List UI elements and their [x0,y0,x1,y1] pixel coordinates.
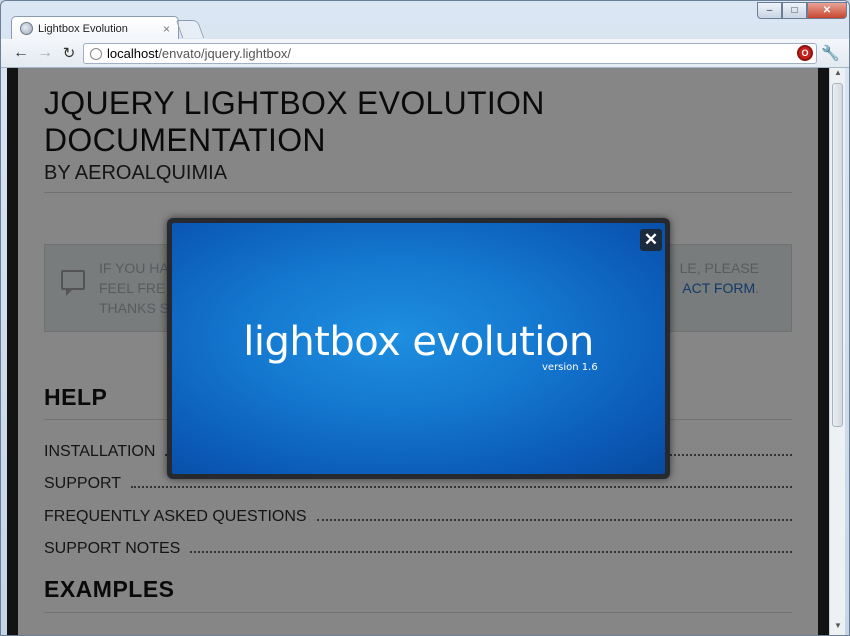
url-host: localhost [107,46,159,61]
scrollbar-thumb[interactable] [832,83,843,427]
url-path: /envato/jquery.lightbox/ [158,46,292,61]
tab-strip: Lightbox Evolution × – □ ✕ [1,1,849,40]
lightbox-version-text: version 1.6 [542,362,598,373]
reload-icon[interactable]: ↻ [59,43,79,63]
vertical-scrollbar[interactable]: ▲ ▼ [829,68,846,635]
minimize-button[interactable]: – [757,2,782,19]
scroll-up-arrow-icon[interactable]: ▲ [830,68,846,82]
page-viewport: JQUERY LIGHTBOX EVOLUTION DOCUMENTATION … [7,68,829,635]
tab-lightbox-evolution[interactable]: Lightbox Evolution × [11,16,179,40]
tab-title: Lightbox Evolution [38,22,128,35]
window-controls: – □ ✕ [757,2,847,19]
new-tab-button[interactable] [175,20,205,38]
globe-icon [20,22,33,35]
extension-opera-icon[interactable]: O [797,45,813,61]
close-icon[interactable]: ✕ [640,229,662,251]
lightbox-modal: lightbox evolution version 1.6 ✕ [167,218,670,479]
wrench-menu-icon[interactable]: 🔧 [821,44,840,62]
url-text: localhost/envato/jquery.lightbox/ [107,46,798,61]
lightbox-logo-text: lightbox evolution [243,319,594,365]
scroll-down-arrow-icon[interactable]: ▼ [830,621,846,635]
page-info-icon [90,47,102,60]
maximize-button[interactable]: □ [782,2,807,19]
browser-toolbar: ← → ↻ localhost/envato/jquery.lightbox/ … [1,39,849,68]
forward-arrow-icon[interactable]: → [35,43,55,63]
tab-close-icon[interactable]: × [163,22,170,36]
lightbox-image: lightbox evolution version 1.6 ✕ [172,223,665,474]
address-bar[interactable]: localhost/envato/jquery.lightbox/ ☆ [83,43,817,64]
browser-window: Lightbox Evolution × – □ ✕ ← → ↻ localho… [0,0,850,636]
close-window-button[interactable]: ✕ [807,2,847,19]
back-arrow-icon[interactable]: ← [11,43,31,63]
